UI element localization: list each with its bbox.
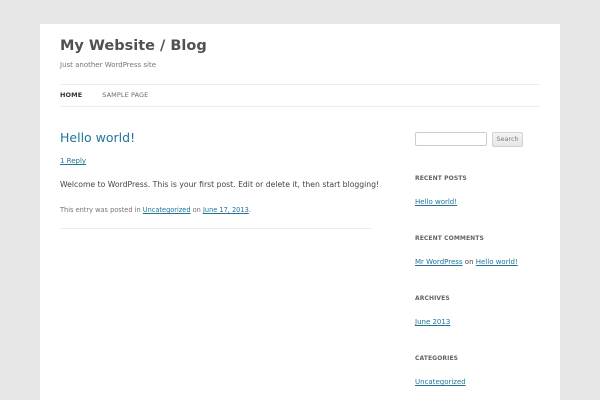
page-container: My Website / Blog Just another WordPress… <box>40 24 560 400</box>
comment-on-text: on <box>462 258 476 266</box>
post-date-link[interactable]: June 17, 2013 <box>203 206 249 214</box>
site-tagline: Just another WordPress site <box>60 61 157 69</box>
nav-divider-bottom <box>60 106 540 107</box>
category-link[interactable]: Uncategorized <box>415 378 466 386</box>
post-meta: This entry was posted in Uncategorized o… <box>60 206 251 214</box>
reply-link[interactable]: 1 Reply <box>60 157 86 165</box>
archives-title: ARCHIVES <box>415 295 450 302</box>
comment-post-link[interactable]: Hello world! <box>476 258 518 266</box>
main-navigation: HOME SAMPLE PAGE <box>60 84 148 106</box>
search-input[interactable] <box>415 132 487 146</box>
search-button[interactable]: Search <box>492 132 523 147</box>
post-meta-prefix: This entry was posted in <box>60 206 143 214</box>
recent-comments-title: RECENT COMMENTS <box>415 235 484 242</box>
nav-item-sample-page[interactable]: SAMPLE PAGE <box>102 91 148 99</box>
recent-post-link[interactable]: Hello world! <box>415 198 457 206</box>
archive-link[interactable]: June 2013 <box>415 318 450 326</box>
post-meta-on: on <box>190 206 203 214</box>
categories-title: CATEGORIES <box>415 355 459 362</box>
post-content: Welcome to WordPress. This is your first… <box>60 180 380 189</box>
post-title[interactable]: Hello world! <box>60 130 135 145</box>
post-category-link[interactable]: Uncategorized <box>143 206 191 214</box>
nav-item-home[interactable]: HOME <box>60 91 82 99</box>
comment-author-link[interactable]: Mr WordPress <box>415 258 463 266</box>
recent-posts-title: RECENT POSTS <box>415 175 467 182</box>
site-title[interactable]: My Website / Blog <box>60 38 207 54</box>
recent-comment: Mr WordPress on Hello world! <box>415 258 518 266</box>
post-divider <box>60 228 372 229</box>
post-meta-suffix: . <box>248 206 251 214</box>
